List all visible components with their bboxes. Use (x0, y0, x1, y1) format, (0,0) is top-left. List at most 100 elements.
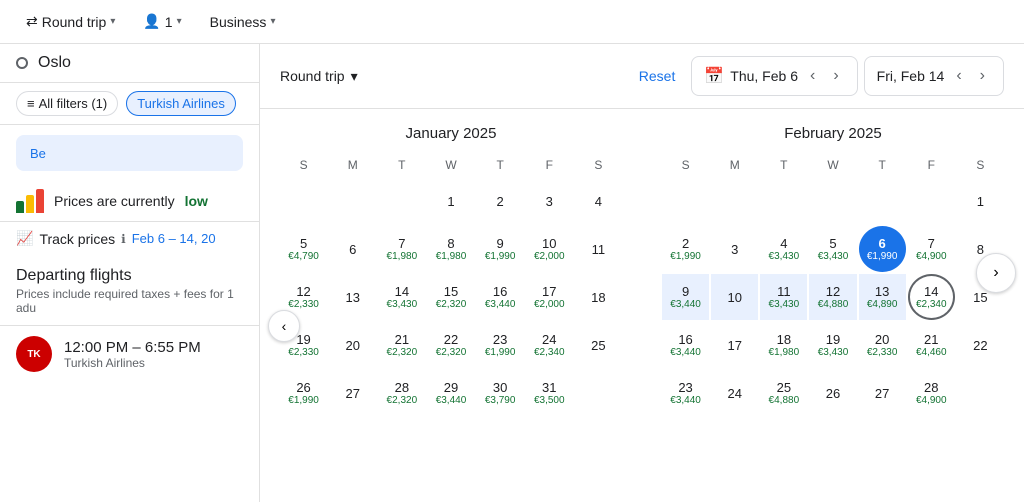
calendar-day-cell[interactable]: 14€2,340 (908, 274, 955, 320)
end-date-box[interactable]: Fri, Feb 14 ‹ › (864, 56, 1004, 96)
calendar-roundtrip-select[interactable]: Round trip ▾ (280, 68, 358, 85)
calendar-day-cell[interactable]: 9€1,990 (477, 226, 524, 272)
end-date-prev-button[interactable]: ‹ (950, 63, 967, 89)
calendar-day-cell[interactable]: 15€2,320 (427, 274, 474, 320)
day-price: €2,000 (534, 251, 565, 262)
calendar-day-cell[interactable]: 13€4,890 (859, 274, 906, 320)
day-number: 26 (296, 380, 310, 395)
calendar-day-cell[interactable]: 17€2,000 (526, 274, 573, 320)
calendar-day-cell[interactable]: 11 (575, 226, 622, 272)
day-price: €1,980 (769, 347, 800, 358)
calendar-day-cell[interactable]: 22€2,320 (427, 322, 474, 368)
origin-input[interactable] (38, 54, 243, 72)
calendar-day-cell[interactable]: 25 (575, 322, 622, 368)
day-price: €2,320 (387, 347, 418, 358)
calendar-next-button[interactable]: › (976, 253, 1016, 293)
calendar-day-cell[interactable]: 23€1,990 (477, 322, 524, 368)
calendar-day-cell[interactable]: 22 (957, 322, 1004, 368)
calendar-day-cell[interactable]: 6€1,990 (859, 226, 906, 272)
calendar-day-cell[interactable]: 24€2,340 (526, 322, 573, 368)
calendar-day-cell[interactable]: 12€4,880 (809, 274, 856, 320)
calendar-day-cell[interactable]: 4€3,430 (760, 226, 807, 272)
day-number: 9 (497, 236, 504, 251)
calendar-day-cell[interactable]: 7€4,900 (908, 226, 955, 272)
calendar-day-cell[interactable]: 6 (329, 226, 376, 272)
calendar-day-cell[interactable]: 3 (526, 178, 573, 224)
day-price: €2,320 (436, 347, 467, 358)
calendar-day-cell[interactable]: 4 (575, 178, 622, 224)
day-number: 6 (879, 236, 886, 251)
round-trip-icon: ⇄ (26, 13, 38, 30)
calendar-day-cell[interactable]: 28€4,900 (908, 370, 955, 416)
calendar-day-cell[interactable]: 18€1,980 (760, 322, 807, 368)
calendar-day-cell[interactable]: 21€4,460 (908, 322, 955, 368)
calendar-day-cell[interactable]: 26€1,990 (280, 370, 327, 416)
calendar-day-cell[interactable]: 5€4,790 (280, 226, 327, 272)
calendar-day-cell[interactable]: 27 (329, 370, 376, 416)
start-date-next-button[interactable]: › (827, 63, 844, 89)
end-date-next-button[interactable]: › (974, 63, 991, 89)
calendar-day-cell[interactable]: 7€1,980 (378, 226, 425, 272)
calendar-day-cell[interactable]: 3 (711, 226, 758, 272)
day-of-week-header: S (957, 154, 1004, 176)
calendar-day-cell[interactable]: 1 (427, 178, 474, 224)
origin-icon (16, 57, 28, 69)
trip-type-button[interactable]: ⇄ Round trip ▾ (16, 7, 125, 36)
calendar-day-cell[interactable]: 14€3,430 (378, 274, 425, 320)
track-icon: 📈 (16, 230, 33, 247)
calendar-day-cell (575, 370, 622, 416)
calendar-prev-button[interactable]: ‹ (268, 310, 300, 342)
day-number: 1 (977, 194, 984, 209)
calendar-day-cell[interactable]: 18 (575, 274, 622, 320)
calendar-day-cell[interactable]: 29€3,440 (427, 370, 474, 416)
day-price: €3,790 (485, 395, 516, 406)
day-price: €2,340 (534, 347, 565, 358)
calendar-day-cell[interactable]: 2 (477, 178, 524, 224)
calendar-day-cell[interactable]: 5€3,430 (809, 226, 856, 272)
departing-title: Departing flights (16, 267, 243, 285)
start-date-prev-button[interactable]: ‹ (804, 63, 821, 89)
calendar-day-cell[interactable]: 16€3,440 (662, 322, 709, 368)
calendar-day-cell[interactable]: 17 (711, 322, 758, 368)
calendar-day-cell[interactable]: 9€3,440 (662, 274, 709, 320)
day-price: €4,790 (288, 251, 319, 262)
calendar-day-cell[interactable]: 2€1,990 (662, 226, 709, 272)
flight-card[interactable]: TK 12:00 PM – 6:55 PM Turkish Airlines (0, 325, 259, 382)
calendar-day-cell[interactable]: 31€3,500 (526, 370, 573, 416)
day-number: 27 (345, 386, 359, 401)
calendar-day-cell[interactable]: 26 (809, 370, 856, 416)
day-price: €3,500 (534, 395, 565, 406)
calendar-day-cell[interactable]: 16€3,440 (477, 274, 524, 320)
calendar-day-cell[interactable]: 30€3,790 (477, 370, 524, 416)
day-number: 23 (678, 380, 692, 395)
calendar-day-cell[interactable]: 19€3,430 (809, 322, 856, 368)
passengers-button[interactable]: 👤 1 ▾ (133, 7, 191, 36)
departing-sub: Prices include required taxes + fees for… (16, 287, 243, 315)
calendar-day-cell[interactable]: 27 (859, 370, 906, 416)
calendar-day-cell[interactable]: 13 (329, 274, 376, 320)
day-price: €2,330 (867, 347, 898, 358)
day-number: 25 (777, 380, 791, 395)
day-number: 31 (542, 380, 556, 395)
calendar-day-cell (662, 178, 709, 224)
calendar-day-cell[interactable]: 21€2,320 (378, 322, 425, 368)
calendar-day-cell[interactable]: 24 (711, 370, 758, 416)
reset-button[interactable]: Reset (639, 68, 676, 84)
calendar-day-cell[interactable]: 1 (957, 178, 1004, 224)
calendar-day-cell[interactable]: 23€3,440 (662, 370, 709, 416)
all-filters-button[interactable]: ≡ All filters (1) (16, 91, 118, 116)
calendar-icon: 📅 (704, 66, 724, 86)
start-date-box[interactable]: 📅 Thu, Feb 6 ‹ › (691, 56, 857, 96)
calendar-day-cell[interactable]: 20 (329, 322, 376, 368)
calendar-day-cell[interactable]: 10€2,000 (526, 226, 573, 272)
calendar-day-cell[interactable]: 10 (711, 274, 758, 320)
calendar-day-cell[interactable]: 28€2,320 (378, 370, 425, 416)
calendar-day-cell[interactable]: 25€4,880 (760, 370, 807, 416)
calendar-day-cell[interactable]: 20€2,330 (859, 322, 906, 368)
day-price: €3,440 (670, 299, 701, 310)
cabin-button[interactable]: Business ▾ (200, 8, 286, 36)
airline-filter-button[interactable]: Turkish Airlines (126, 91, 236, 116)
day-price: €4,880 (769, 395, 800, 406)
calendar-day-cell[interactable]: 11€3,430 (760, 274, 807, 320)
calendar-day-cell[interactable]: 8€1,980 (427, 226, 474, 272)
